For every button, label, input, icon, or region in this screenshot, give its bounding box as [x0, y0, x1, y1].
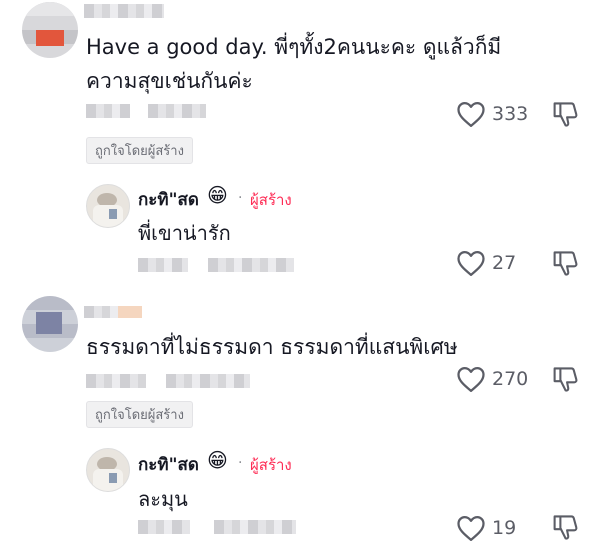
reply-meta-blurred	[138, 258, 188, 272]
creator-liked-badge: ถูกใจโดยผู้สร้าง	[86, 401, 193, 428]
reply-button-blurred[interactable]	[208, 258, 294, 272]
creator-avatar[interactable]	[86, 448, 130, 492]
comment-text: Have a good day. พี่ๆทั้ง2คนนะคะ ดูแล้วก…	[86, 35, 502, 93]
username-blurred[interactable]	[84, 4, 164, 18]
dislike-button[interactable]	[551, 100, 579, 130]
thumbs-down-outline-icon	[553, 515, 578, 540]
like-count: 27	[492, 252, 517, 274]
thumbs-down-outline-icon	[553, 367, 578, 392]
reply-text: พี่เขาน่ารัก	[138, 221, 231, 245]
like-count: 19	[492, 517, 517, 539]
emoji-grin-icon: 😁	[207, 183, 228, 207]
username-blurred-accent	[118, 306, 142, 318]
heart-outline-icon	[457, 367, 485, 392]
username-blurred[interactable]	[84, 306, 118, 318]
reply-username[interactable]: กะทิ"สด	[138, 186, 199, 213]
dislike-button[interactable]	[551, 365, 579, 395]
like-button[interactable]	[456, 249, 486, 277]
reply-button-blurred[interactable]	[166, 374, 250, 388]
separator-dot: ·	[238, 190, 243, 206]
dislike-button[interactable]	[551, 513, 579, 543]
avatar[interactable]	[22, 296, 78, 352]
reply-button-blurred[interactable]	[214, 520, 296, 534]
author-tag: ผู้สร้าง	[250, 456, 292, 474]
heart-outline-icon	[457, 102, 485, 127]
avatar[interactable]	[22, 2, 78, 58]
reply-username[interactable]: กะทิ"สด	[138, 451, 199, 478]
thumbs-down-outline-icon	[553, 102, 578, 127]
reply-meta-blurred	[138, 520, 190, 534]
reply-button-blurred[interactable]	[148, 104, 206, 118]
comment-meta-blurred	[86, 374, 146, 388]
dislike-button[interactable]	[551, 249, 579, 279]
emoji-grin-icon: 😁	[207, 448, 228, 472]
like-count: 270	[492, 368, 529, 390]
like-button[interactable]	[456, 365, 486, 393]
comment-text: ธรรมดาที่ไม่ธรรมดา ธรรมดาที่แสนพิเศษ	[86, 335, 458, 359]
heart-outline-icon	[457, 516, 485, 541]
creator-liked-badge: ถูกใจโดยผู้สร้าง	[86, 137, 193, 164]
like-count: 333	[492, 103, 529, 125]
creator-avatar[interactable]	[86, 184, 130, 228]
author-tag: ผู้สร้าง	[250, 191, 292, 209]
like-button[interactable]	[456, 514, 486, 542]
heart-outline-icon	[457, 251, 485, 276]
separator-dot: ·	[238, 455, 243, 471]
thumbs-down-outline-icon	[553, 251, 578, 276]
like-button[interactable]	[456, 100, 486, 128]
reply-text: ละมุน	[138, 487, 188, 511]
comment-meta-blurred	[86, 104, 130, 118]
